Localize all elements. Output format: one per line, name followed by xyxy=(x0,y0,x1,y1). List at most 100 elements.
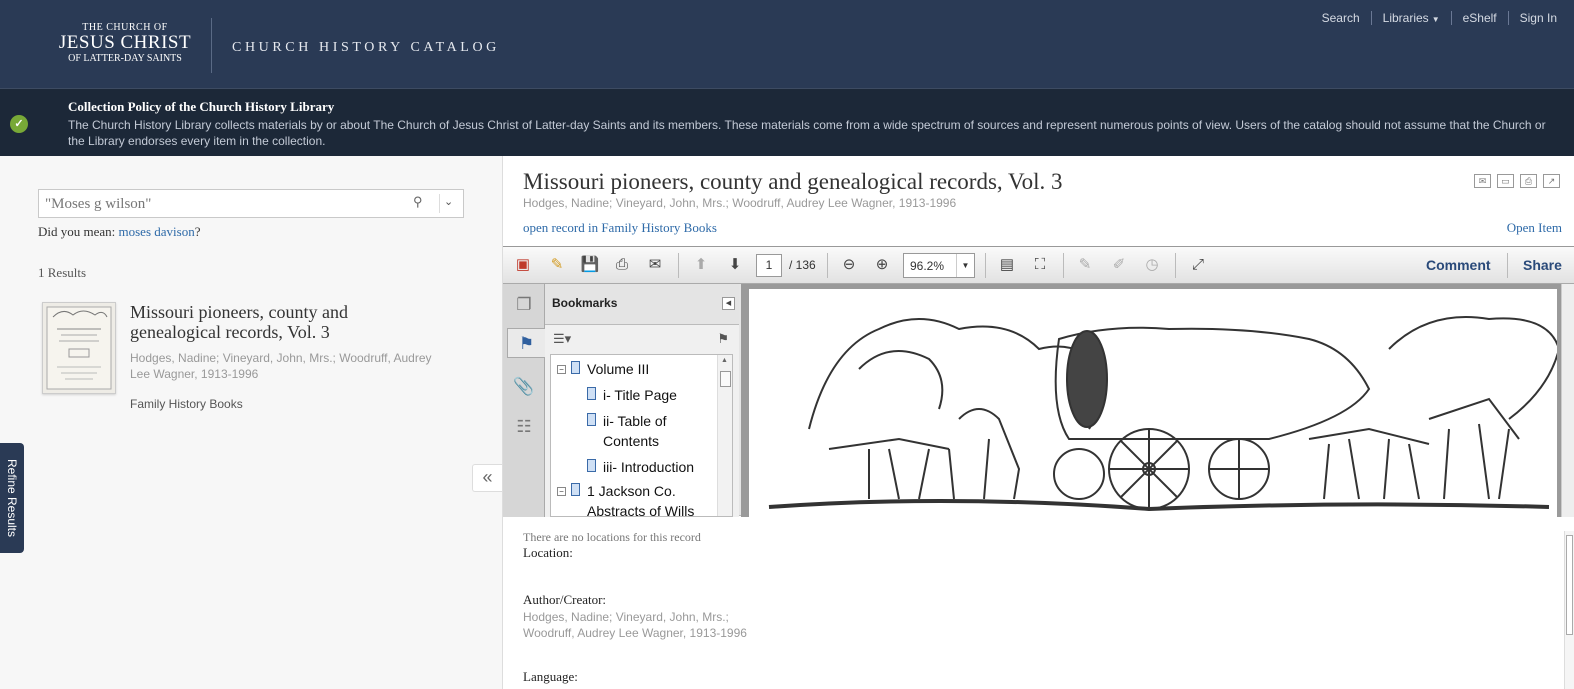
open-item-link[interactable]: Open Item xyxy=(1507,220,1562,236)
bookmark-icon xyxy=(587,459,596,472)
attach-icon[interactable]: ✐ xyxy=(1107,254,1131,276)
navigation-pane-strip: ❐ ⚑ 📎 ☷ xyxy=(503,284,545,517)
save-icon[interactable]: 💾 xyxy=(578,254,602,276)
result-title[interactable]: Missouri pioneers, county and genealogic… xyxy=(130,302,430,342)
bookmark-item[interactable]: i- Title Page xyxy=(603,385,677,405)
document-area xyxy=(741,284,1574,517)
zoom-value: 96.2% xyxy=(910,259,945,273)
bookmark-item[interactable]: 1 Jackson Co. Abstracts of Wills xyxy=(587,481,717,516)
email-icon[interactable]: ✉ xyxy=(1474,174,1491,188)
collapse-toggle[interactable]: − xyxy=(557,487,566,496)
refine-results-tab[interactable]: Refine Results xyxy=(0,443,24,553)
next-page-icon[interactable]: ⬇ xyxy=(723,254,747,276)
pdf-viewer: ▣ ✎ 💾 ⎙ ✉ ⬆ ⬇ 1 / 136 ⊖ ⊕ 96.2% ▼ ▤ ⛶ ✎ … xyxy=(503,246,1574,517)
search-icon[interactable]: ⚲ xyxy=(413,194,423,210)
record-title: Missouri pioneers, county and genealogic… xyxy=(523,169,1063,194)
detail-scrollbar[interactable] xyxy=(1564,531,1574,689)
bookmarks-tree: − Volume III i- Title Page ii- Table of … xyxy=(550,354,733,517)
print-icon[interactable]: ⎙ xyxy=(1520,174,1537,188)
page-total: / 136 xyxy=(789,258,816,272)
results-count: 1 Results xyxy=(38,265,87,280)
site-header: THE CHURCH OF JESUS CHRIST OF LATTER-DAY… xyxy=(0,0,1574,88)
logo-line-3: OF LATTER-DAY SAINTS xyxy=(68,53,182,64)
zoom-select[interactable]: 96.2% ▼ xyxy=(903,253,975,278)
bookmarks-toolbar: ☰▾ ⚑ xyxy=(545,325,739,353)
collapse-toggle[interactable]: − xyxy=(557,365,566,374)
scrollbar-thumb[interactable] xyxy=(1566,535,1573,635)
print-icon[interactable]: ⎙ xyxy=(610,254,634,276)
did-you-mean-suffix: ? xyxy=(194,224,201,239)
stamp-icon[interactable]: ◷ xyxy=(1140,254,1164,276)
church-logo[interactable]: THE CHURCH OF JESUS CHRIST OF LATTER-DAY… xyxy=(50,22,200,64)
no-locations-text: There are no locations for this record xyxy=(523,530,701,544)
create-pdf-icon[interactable]: ▣ xyxy=(511,254,535,276)
record-actions: ✉ ▭ ⎙ ↗ xyxy=(1474,174,1560,188)
bookmarks-header: Bookmarks ◀ xyxy=(545,284,739,325)
search-box: ⚲ ⌄ xyxy=(38,189,464,218)
bookmark-icon xyxy=(587,387,596,400)
toolbar-divider xyxy=(827,253,828,278)
author-label: Author/Creator: xyxy=(523,592,607,607)
bookmarks-scrollbar[interactable]: ▲ xyxy=(717,355,732,516)
location-label: Location: xyxy=(523,545,573,560)
share-icon[interactable]: ↗ xyxy=(1543,174,1560,188)
export-icon[interactable]: ✎ xyxy=(545,254,569,276)
fit-page-icon[interactable]: ▤ xyxy=(995,254,1019,276)
bookmark-item[interactable]: ii- Table of Contents xyxy=(603,411,693,451)
bookmark-icon xyxy=(587,413,596,426)
author-value: Hodges, Nadine; Vineyard, John, Mrs.; Wo… xyxy=(523,610,747,640)
did-you-mean: Did you mean: moses davison? xyxy=(38,224,201,240)
bookmark-item[interactable]: iii- Introduction xyxy=(603,457,694,477)
collapse-icon[interactable]: ◀ xyxy=(722,297,735,310)
zoom-in-icon[interactable]: ⊕ xyxy=(870,254,894,276)
nav-eshelf-link[interactable]: eShelf xyxy=(1452,11,1508,25)
fit-width-icon[interactable]: ⛶ xyxy=(1028,254,1052,276)
toolbar-divider xyxy=(1063,253,1064,278)
notice-title: Collection Policy of the Church History … xyxy=(68,99,335,114)
collapse-panel-button[interactable]: « xyxy=(472,464,502,492)
nav-signin-link[interactable]: Sign In xyxy=(1509,11,1568,25)
document-scrollbar[interactable] xyxy=(1561,284,1574,517)
eshelf-icon[interactable]: ▭ xyxy=(1497,174,1514,188)
collection-policy-notice: ✓ Collection Policy of the Church Histor… xyxy=(0,88,1574,156)
result-thumbnail[interactable] xyxy=(42,302,116,394)
toolbar-divider xyxy=(678,253,679,278)
refine-results-label: Refine Results xyxy=(5,458,19,538)
bookmark-icon[interactable]: ⚑ xyxy=(507,328,545,358)
nav-libraries-menu[interactable]: Libraries ▼ xyxy=(1372,11,1451,25)
bookmarks-title: Bookmarks xyxy=(552,296,618,310)
nav-search-link[interactable]: Search xyxy=(1311,11,1371,25)
chevron-down-icon[interactable]: ⌄ xyxy=(444,195,453,208)
bookmark-icon xyxy=(571,361,580,374)
toolbar-divider xyxy=(1507,253,1508,278)
language-label: Language: xyxy=(523,669,578,684)
options-menu-icon[interactable]: ☰▾ xyxy=(553,331,571,347)
open-record-link[interactable]: open record in Family History Books xyxy=(523,220,717,236)
pages-icon[interactable]: ❐ xyxy=(509,290,539,320)
previous-page-icon[interactable]: ⬆ xyxy=(689,254,713,276)
sign-icon[interactable]: ✎ xyxy=(1073,254,1097,276)
pdf-toolbar: ▣ ✎ 💾 ⎙ ✉ ⬆ ⬇ 1 / 136 ⊖ ⊕ 96.2% ▼ ▤ ⛶ ✎ … xyxy=(503,247,1574,284)
page-number-input[interactable]: 1 xyxy=(756,254,782,277)
scroll-up-icon[interactable]: ▲ xyxy=(721,357,728,364)
chevron-down-icon[interactable]: ▼ xyxy=(956,254,974,277)
find-bookmark-icon[interactable]: ⚑ xyxy=(717,331,729,347)
search-binoculars-icon[interactable]: ☷ xyxy=(509,412,539,442)
zoom-out-icon[interactable]: ⊖ xyxy=(837,254,861,276)
bookmark-item[interactable]: Volume III xyxy=(587,359,649,379)
search-input[interactable] xyxy=(45,196,405,213)
email-icon[interactable]: ✉ xyxy=(643,254,667,276)
wagon-train-illustration xyxy=(768,316,1557,512)
full-screen-icon[interactable]: ⤢ xyxy=(1186,254,1210,276)
search-divider xyxy=(439,194,440,213)
attachments-icon[interactable]: 📎 xyxy=(509,372,539,402)
comment-button[interactable]: Comment xyxy=(1426,257,1491,273)
catalog-title[interactable]: CHURCH HISTORY CATALOG xyxy=(232,40,500,56)
share-button[interactable]: Share xyxy=(1523,257,1562,273)
result-source: Family History Books xyxy=(130,397,243,411)
scrollbar-thumb[interactable] xyxy=(720,371,731,387)
document-page xyxy=(749,289,1557,517)
did-you-mean-link[interactable]: moses davison xyxy=(119,224,195,239)
result-authors: Hodges, Nadine; Vineyard, John, Mrs.; Wo… xyxy=(130,351,432,381)
record-detail-panel: Missouri pioneers, county and genealogic… xyxy=(502,156,1574,689)
